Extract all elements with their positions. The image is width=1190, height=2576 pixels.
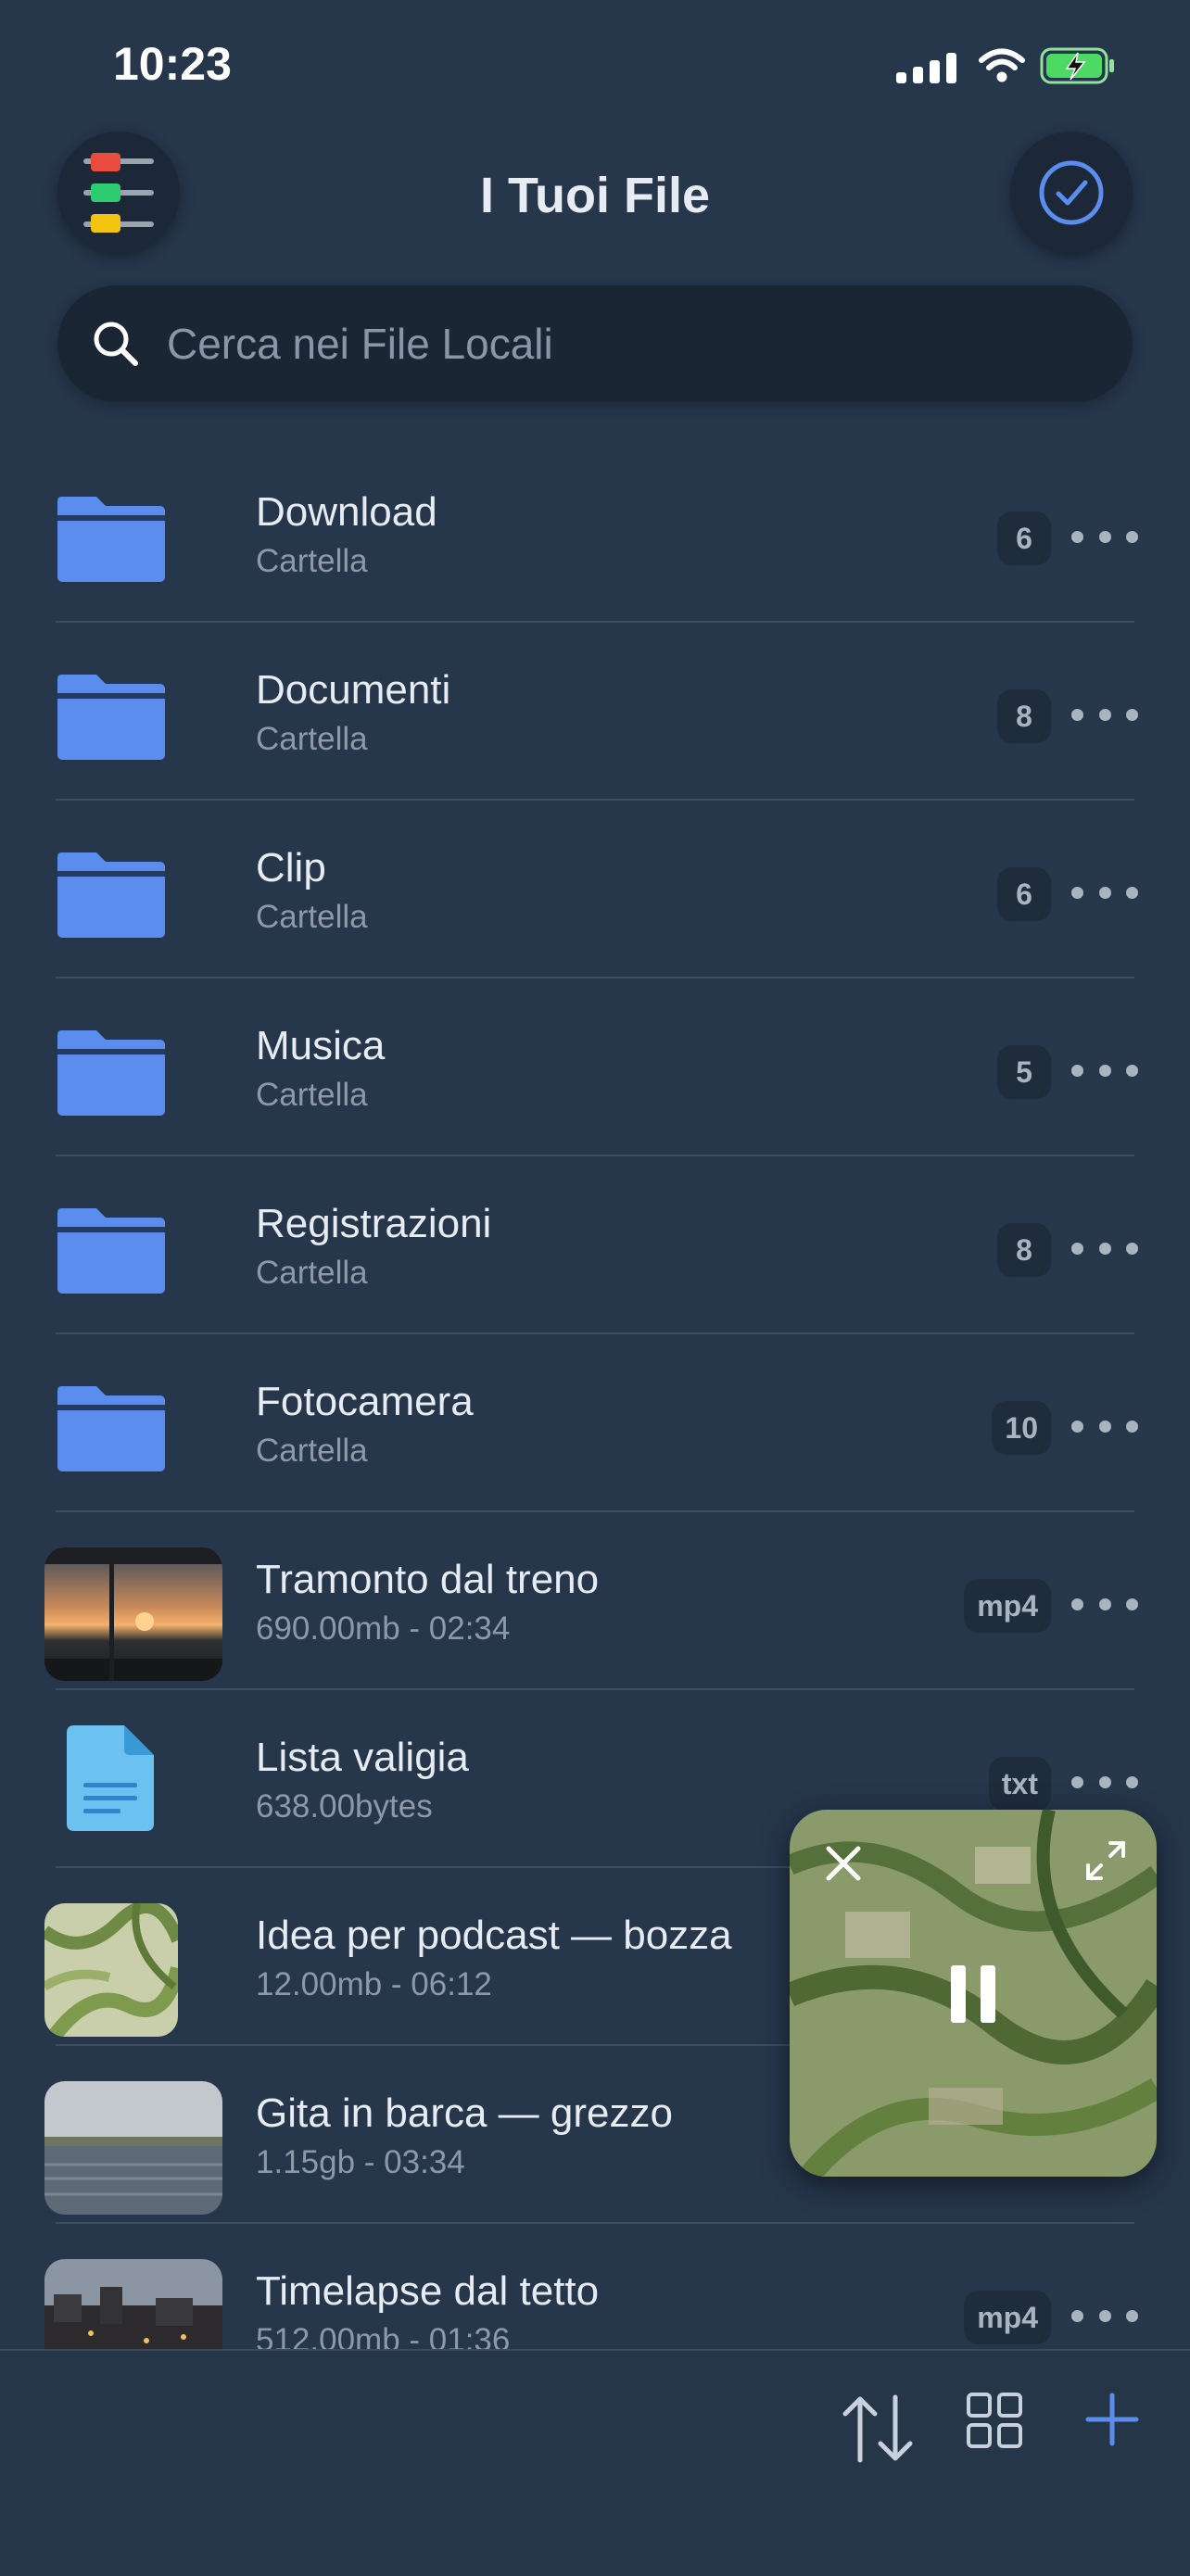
file-type-badge: txt — [988, 1757, 1051, 1811]
file-type-badge: mp4 — [964, 1579, 1051, 1633]
list-item-timelapse[interactable]: Timelapse dal tetto 512.00mb - 01:36 mp4 — [0, 2224, 1190, 2349]
battery-charging-icon — [1040, 47, 1114, 84]
pause-icon[interactable] — [949, 1964, 997, 2025]
more-options-icon[interactable] — [1071, 1403, 1138, 1449]
item-subtitle: Cartella — [256, 721, 368, 757]
item-subtitle: Cartella — [256, 1255, 368, 1291]
more-options-icon[interactable] — [1071, 691, 1138, 738]
close-icon[interactable] — [823, 1843, 864, 1884]
list-item-download[interactable]: Download Cartella 6 — [0, 445, 1190, 623]
item-name: Timelapse dal tetto — [256, 2268, 600, 2314]
more-options-icon[interactable] — [1071, 1047, 1138, 1093]
list-item-fotocamera[interactable]: Fotocamera Cartella 10 — [0, 1334, 1190, 1512]
folder-icon — [57, 1386, 165, 1471]
more-options-icon[interactable] — [1071, 2292, 1138, 2339]
more-options-icon[interactable] — [1071, 869, 1138, 915]
item-name: Clip — [256, 845, 326, 890]
folder-icon — [57, 1208, 165, 1294]
grid-view-icon[interactable] — [966, 2392, 1023, 2449]
item-name: Tramonto dal treno — [256, 1557, 600, 1602]
item-count-badge: 8 — [997, 1223, 1051, 1277]
folder-icon — [57, 1030, 165, 1116]
video-thumbnail — [44, 2259, 222, 2349]
header-bar: I Tuoi File — [0, 130, 1190, 259]
status-bar: 10:23 — [0, 0, 1190, 130]
item-subtitle: Cartella — [256, 543, 368, 579]
item-subtitle: Cartella — [256, 1433, 368, 1469]
item-subtitle: 638.00bytes — [256, 1788, 433, 1825]
wifi-icon — [979, 48, 1025, 82]
item-subtitle: Cartella — [256, 899, 368, 935]
checkmark-circle-icon — [1039, 160, 1104, 225]
folder-icon — [57, 852, 165, 938]
expand-icon[interactable] — [1082, 1837, 1129, 1884]
add-icon[interactable] — [1084, 2392, 1140, 2447]
search-placeholder: Cerca nei File Locali — [167, 320, 553, 368]
item-name: Idea per podcast — bozza — [256, 1913, 732, 1958]
more-options-icon[interactable] — [1071, 1581, 1138, 1627]
bottom-toolbar — [0, 2349, 1190, 2576]
status-time: 10:23 — [113, 38, 232, 90]
item-name: Registrazioni — [256, 1201, 492, 1246]
folder-icon — [57, 675, 165, 760]
item-subtitle: 512.00mb - 01:36 — [256, 2322, 511, 2349]
item-subtitle: 12.00mb - 06:12 — [256, 1966, 492, 2002]
item-count-badge: 6 — [997, 511, 1051, 565]
more-options-icon[interactable] — [1071, 1225, 1138, 1271]
item-count-badge: 6 — [997, 867, 1051, 921]
select-button[interactable] — [1010, 132, 1133, 254]
list-item-tramonto[interactable]: Tramonto dal treno 690.00mb - 02:34 mp4 — [0, 1512, 1190, 1690]
item-name: Download — [256, 489, 437, 535]
item-name: Documenti — [256, 667, 451, 713]
more-options-icon[interactable] — [1071, 1759, 1138, 1805]
list-item-musica[interactable]: Musica Cartella 5 — [0, 979, 1190, 1156]
file-type-badge: mp4 — [964, 2291, 1051, 2344]
item-count-badge: 10 — [992, 1401, 1051, 1455]
list-item-clip[interactable]: Clip Cartella 6 — [0, 801, 1190, 979]
item-subtitle: 1.15gb - 03:34 — [256, 2144, 465, 2180]
pip-player[interactable] — [790, 1810, 1157, 2177]
search-icon — [94, 322, 138, 366]
text-file-icon — [67, 1725, 154, 1831]
item-count-badge: 5 — [997, 1045, 1051, 1099]
folder-icon — [57, 497, 165, 582]
item-name: Musica — [256, 1023, 386, 1068]
cellular-signal-icon — [896, 52, 956, 83]
audio-artwork-thumbnail — [44, 1903, 178, 2037]
more-options-icon[interactable] — [1071, 513, 1138, 560]
list-item-documenti[interactable]: Documenti Cartella 8 — [0, 623, 1190, 801]
sort-icon[interactable] — [840, 2392, 916, 2466]
search-field[interactable]: Cerca nei File Locali — [57, 285, 1133, 402]
video-thumbnail — [44, 1547, 222, 1681]
item-count-badge: 8 — [997, 689, 1051, 743]
item-name: Gita in barca — grezzo — [256, 2090, 673, 2136]
item-name: Lista valigia — [256, 1735, 469, 1780]
video-thumbnail — [44, 2081, 222, 2215]
item-subtitle: Cartella — [256, 1077, 368, 1113]
list-item-registrazioni[interactable]: Registrazioni Cartella 8 — [0, 1156, 1190, 1334]
item-subtitle: 690.00mb - 02:34 — [256, 1610, 511, 1647]
item-name: Fotocamera — [256, 1379, 474, 1424]
